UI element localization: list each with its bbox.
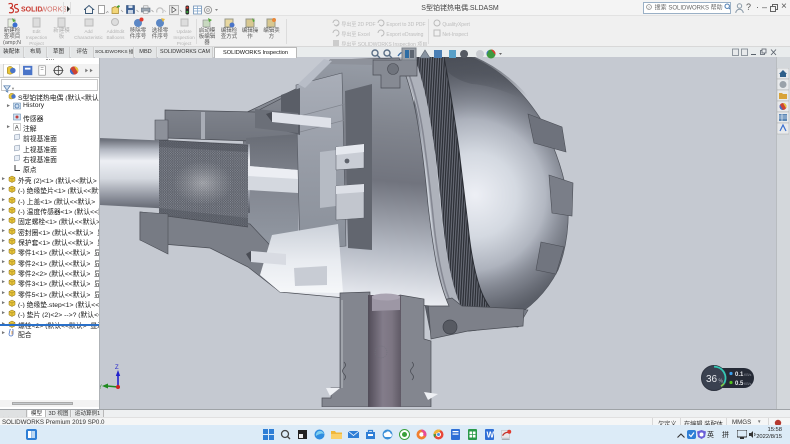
svg-text:KB/s: KB/s [744, 382, 752, 386]
svg-text:0.5: 0.5 [735, 381, 744, 387]
svg-text:36: 36 [706, 374, 718, 385]
svg-text:A: A [15, 126, 19, 132]
svg-text:KB/s: KB/s [744, 373, 752, 377]
svg-text:SOLID: SOLID [21, 7, 42, 14]
svg-text:W: W [487, 431, 495, 440]
svg-text:Z: Z [115, 365, 119, 371]
svg-text:0.1: 0.1 [735, 372, 744, 378]
svg-text:%: % [719, 379, 724, 385]
